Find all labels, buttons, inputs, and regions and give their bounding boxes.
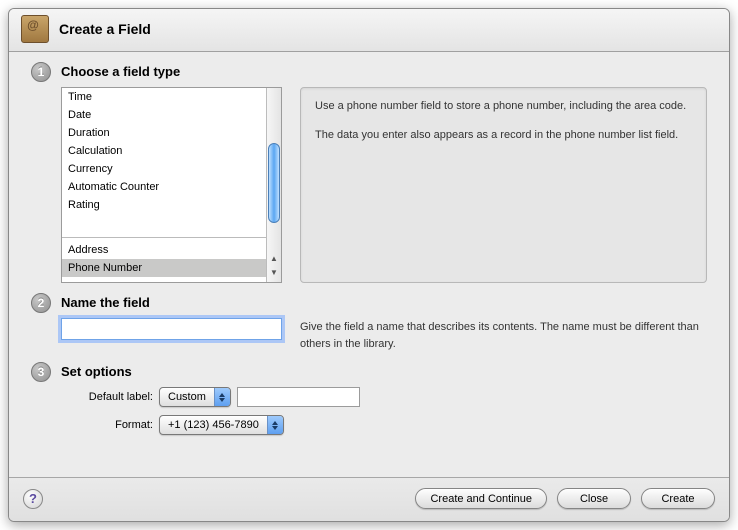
step3-title: Set options xyxy=(61,364,707,379)
list-item[interactable]: Currency xyxy=(62,160,266,178)
field-name-input[interactable] xyxy=(61,318,282,340)
list-item[interactable]: Phone Number xyxy=(62,259,266,277)
scroll-up-icon[interactable]: ▲ xyxy=(267,254,281,268)
list-item[interactable]: Automatic Counter xyxy=(62,178,266,196)
step1-title: Choose a field type xyxy=(61,64,707,79)
scrollbar[interactable]: ▲ ▼ xyxy=(266,88,281,282)
desc-line-2: The data you enter also appears as a rec… xyxy=(315,127,692,144)
list-item[interactable]: Rating xyxy=(62,196,266,214)
step-3: 3 Set options Default label: Custom Form… xyxy=(31,362,707,443)
step-badge-2: 2 xyxy=(31,293,51,313)
close-button[interactable]: Close xyxy=(557,488,631,509)
step-2: 2 Name the field Give the field a name t… xyxy=(31,293,707,352)
dialog-header: Create a Field xyxy=(9,9,729,52)
default-label-text-input[interactable] xyxy=(237,387,360,407)
chevrons-icon xyxy=(267,416,283,434)
list-item[interactable]: Address xyxy=(62,241,266,259)
dialog-body: 1 Choose a field type TimeDateDurationCa… xyxy=(9,52,729,477)
create-field-dialog: Create a Field 1 Choose a field type Tim… xyxy=(8,8,730,522)
list-item[interactable]: Time xyxy=(62,88,266,106)
list-item[interactable]: Calculation xyxy=(62,142,266,160)
default-label-popup[interactable]: Custom xyxy=(159,387,231,407)
name-hint: Give the field a name that describes its… xyxy=(300,318,707,352)
default-label-label: Default label: xyxy=(61,391,153,403)
desc-line-1: Use a phone number field to store a phon… xyxy=(315,98,692,115)
step-1: 1 Choose a field type TimeDateDurationCa… xyxy=(31,62,707,283)
format-popup[interactable]: +1 (123) 456-7890 xyxy=(159,415,284,435)
default-label-value: Custom xyxy=(160,391,214,403)
list-item[interactable]: Duration xyxy=(62,124,266,142)
scroll-down-icon[interactable]: ▼ xyxy=(267,268,281,282)
list-divider xyxy=(62,237,266,238)
format-value: +1 (123) 456-7890 xyxy=(160,419,267,431)
field-type-description: Use a phone number field to store a phon… xyxy=(300,87,707,283)
address-book-icon xyxy=(21,15,49,43)
format-label: Format: xyxy=(61,419,153,431)
scroll-thumb[interactable] xyxy=(268,143,280,223)
step-badge-3: 3 xyxy=(31,362,51,382)
create-and-continue-button[interactable]: Create and Continue xyxy=(415,488,547,509)
dialog-footer: ? Create and Continue Close Create xyxy=(9,477,729,521)
create-button[interactable]: Create xyxy=(641,488,715,509)
step-badge-1: 1 xyxy=(31,62,51,82)
step2-title: Name the field xyxy=(61,295,707,310)
list-item[interactable]: Date xyxy=(62,106,266,124)
dialog-title: Create a Field xyxy=(59,21,151,37)
field-type-list[interactable]: TimeDateDurationCalculationCurrencyAutom… xyxy=(61,87,282,283)
chevrons-icon xyxy=(214,388,230,406)
help-button[interactable]: ? xyxy=(23,489,43,509)
